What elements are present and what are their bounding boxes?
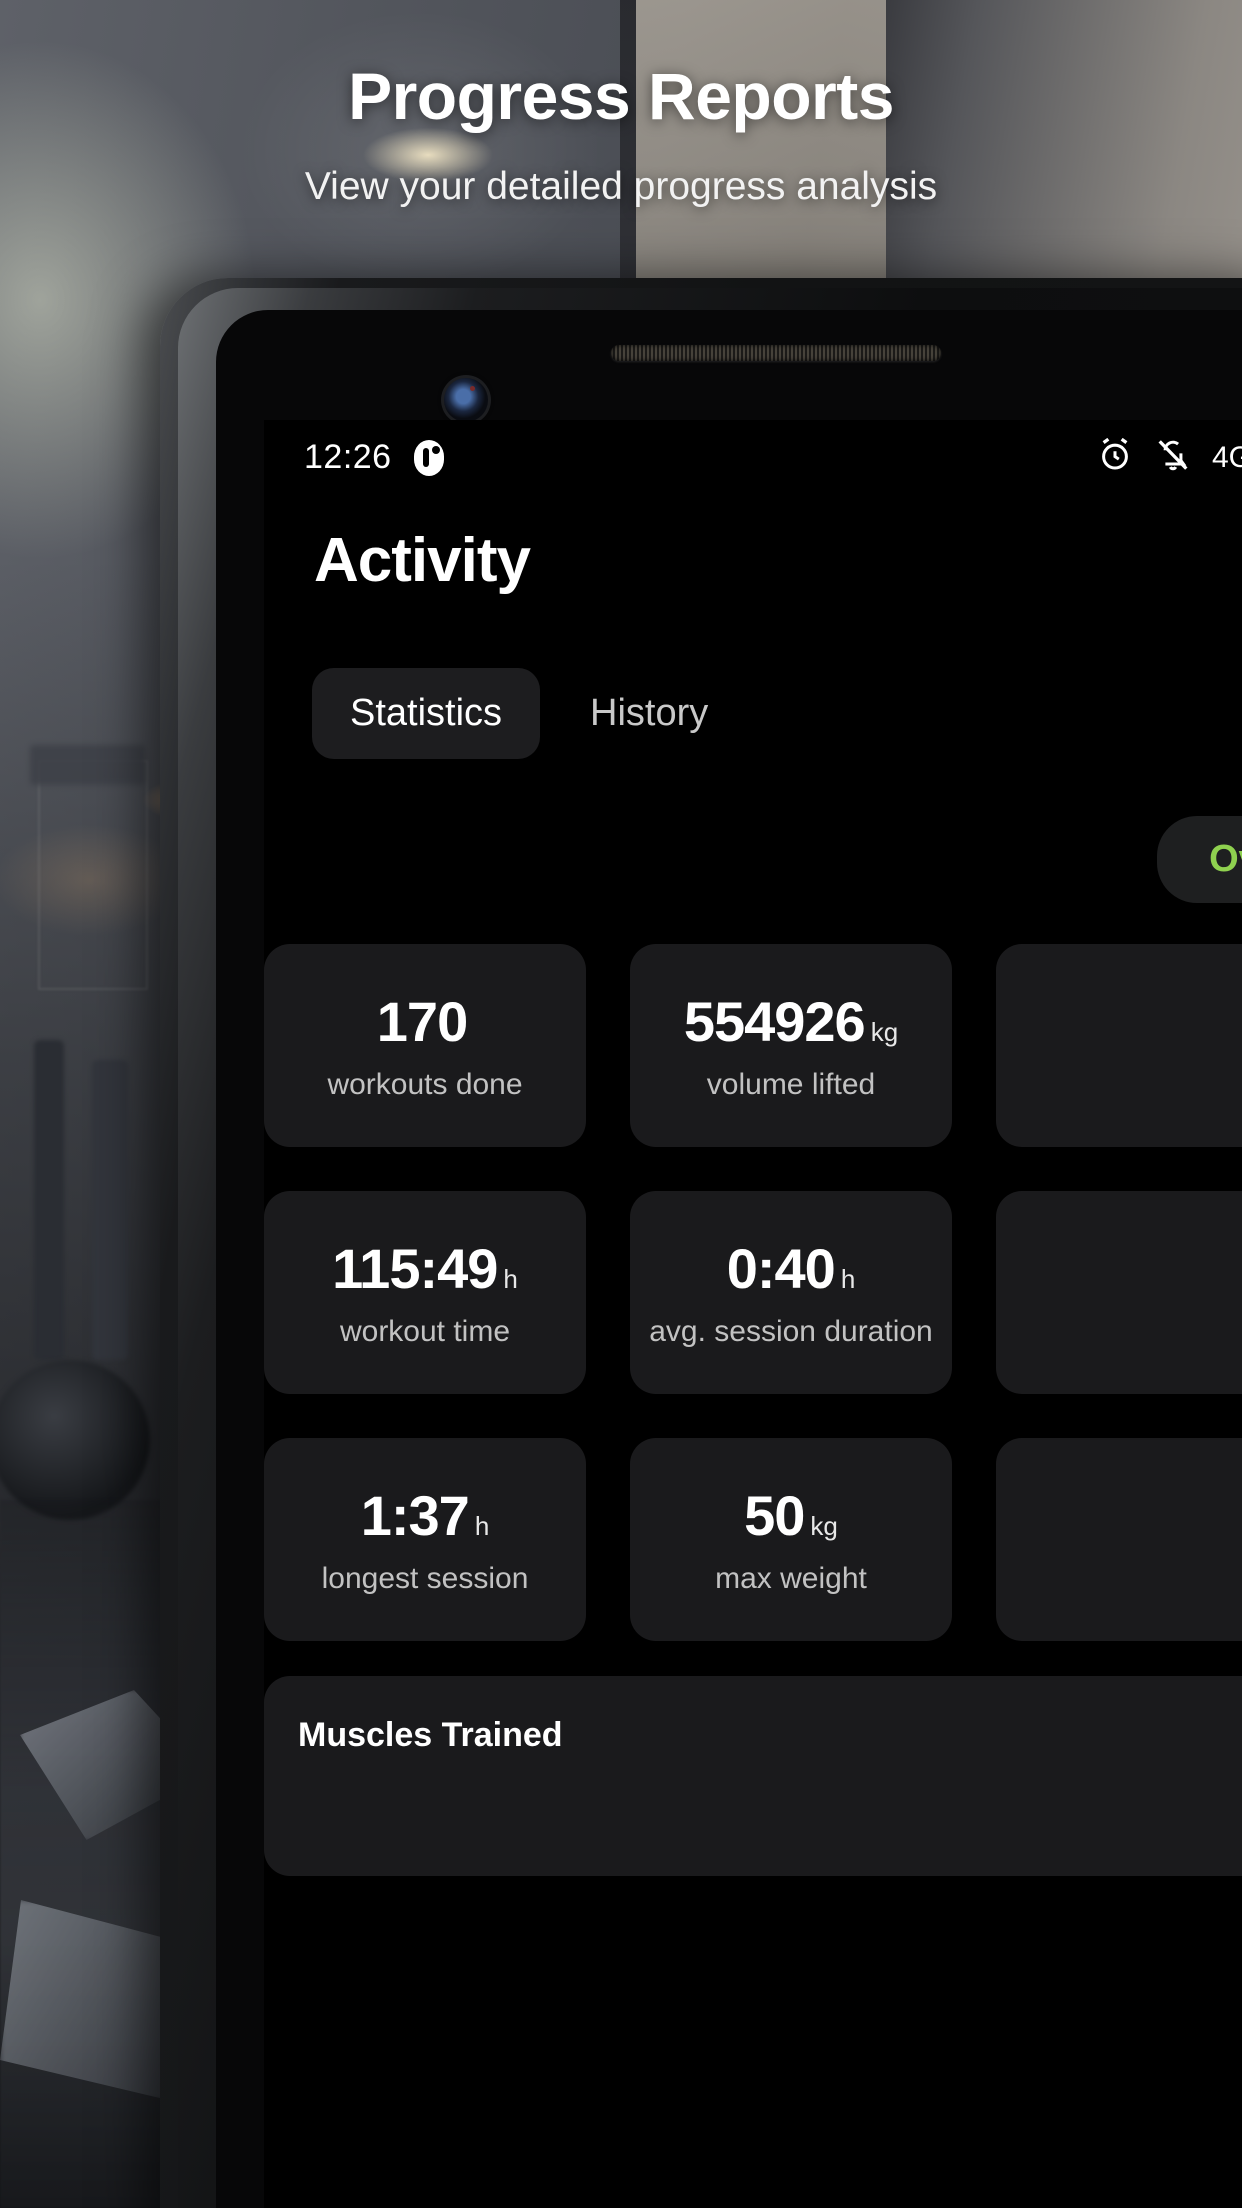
phone-screen-housing: 12:26 4G Activity Statistics History O 1… (216, 310, 1242, 2208)
stat-label: workout time (339, 1315, 511, 1348)
background-wall-strip (620, 0, 636, 280)
stat-card[interactable]: 115:49 h workout time (264, 1191, 586, 1394)
stat-value: 1:37 (360, 1484, 470, 1547)
phone-device-frame: 12:26 4G Activity Statistics History O 1… (160, 278, 1242, 2208)
stat-unit: h (840, 1264, 856, 1294)
app-screen: 12:26 4G Activity Statistics History O 1… (264, 420, 1242, 2208)
tab-statistics[interactable]: Statistics (312, 668, 541, 759)
background-equipment-shelf (30, 745, 145, 785)
stat-value-row: 170 (377, 989, 473, 1054)
stat-value-row: 115:49 h (332, 1236, 518, 1301)
stat-card[interactable]: 50 kg max weight (630, 1438, 952, 1641)
muscles-trained-title: Muscles Trained (298, 1716, 563, 1754)
tab-history[interactable]: History (552, 668, 746, 759)
stat-value: 115:49 (332, 1237, 498, 1300)
promo-subheadline: View your detailed progress analysis (304, 165, 938, 208)
stat-value-row: 50 kg (744, 1483, 838, 1548)
stat-label: longest session (321, 1562, 529, 1595)
stat-card[interactable]: 1:37 h longest session (264, 1438, 586, 1641)
earpiece-speaker-icon (611, 345, 941, 361)
stat-label: avg. session duration (649, 1315, 933, 1348)
status-bar: 12:26 4G (264, 430, 1242, 490)
stat-card[interactable]: 554926 kg volume lifted (630, 944, 952, 1147)
stat-value: 50 (744, 1484, 805, 1547)
muscles-trained-panel[interactable]: Muscles Trained (264, 1676, 1242, 1876)
status-bar-left: 12:26 (304, 438, 444, 477)
stat-value-row: 0:40 h (727, 1236, 856, 1301)
filter-chip-overall[interactable]: Overall (1157, 816, 1242, 903)
phone-bezel: 12:26 4G Activity Statistics History O 1… (178, 288, 1242, 2208)
background-equipment-rack-left (34, 1040, 64, 1360)
status-bar-clock: 12:26 (304, 438, 392, 476)
background-equipment-rack-right (92, 1060, 128, 1360)
stat-value-row: 554926 kg (684, 989, 898, 1054)
stat-value: 554926 (683, 990, 866, 1053)
stat-card-offscreen[interactable] (996, 1438, 1242, 1641)
stat-value: 170 (376, 990, 468, 1053)
app-notification-icon (413, 439, 444, 476)
status-bar-right: 4G (1096, 436, 1242, 479)
stat-unit: kg (870, 1017, 899, 1047)
stat-card[interactable]: 0:40 h avg. session duration (630, 1191, 952, 1394)
filter-chip-row: Overall (264, 816, 1242, 903)
stat-card-offscreen[interactable] (996, 1191, 1242, 1394)
stat-unit: h (503, 1264, 518, 1294)
page-title: Activity (314, 526, 531, 595)
front-camera-icon (444, 378, 488, 422)
stat-label: max weight (715, 1562, 867, 1595)
stat-label: workouts done (327, 1068, 523, 1101)
stat-card[interactable]: 170 workouts done (264, 944, 586, 1147)
stat-value: 0:40 (726, 1237, 836, 1300)
stats-grid: 170 workouts done 554926 kg volume lifte… (264, 944, 1242, 1641)
stat-label: volume lifted (706, 1068, 876, 1101)
tab-bar: Statistics History (312, 668, 746, 759)
stat-card-offscreen[interactable] (996, 944, 1242, 1147)
promo-headline: Progress Reports (348, 59, 894, 133)
background-window (38, 760, 148, 990)
background-wall-panel (636, 0, 886, 282)
stat-unit: kg (810, 1511, 838, 1541)
bell-off-icon (1154, 436, 1192, 479)
stat-value-row: 1:37 h (361, 1483, 490, 1548)
network-type-label: 4G (1211, 440, 1242, 474)
stat-unit: h (474, 1511, 490, 1541)
alarm-clock-icon (1096, 436, 1134, 479)
